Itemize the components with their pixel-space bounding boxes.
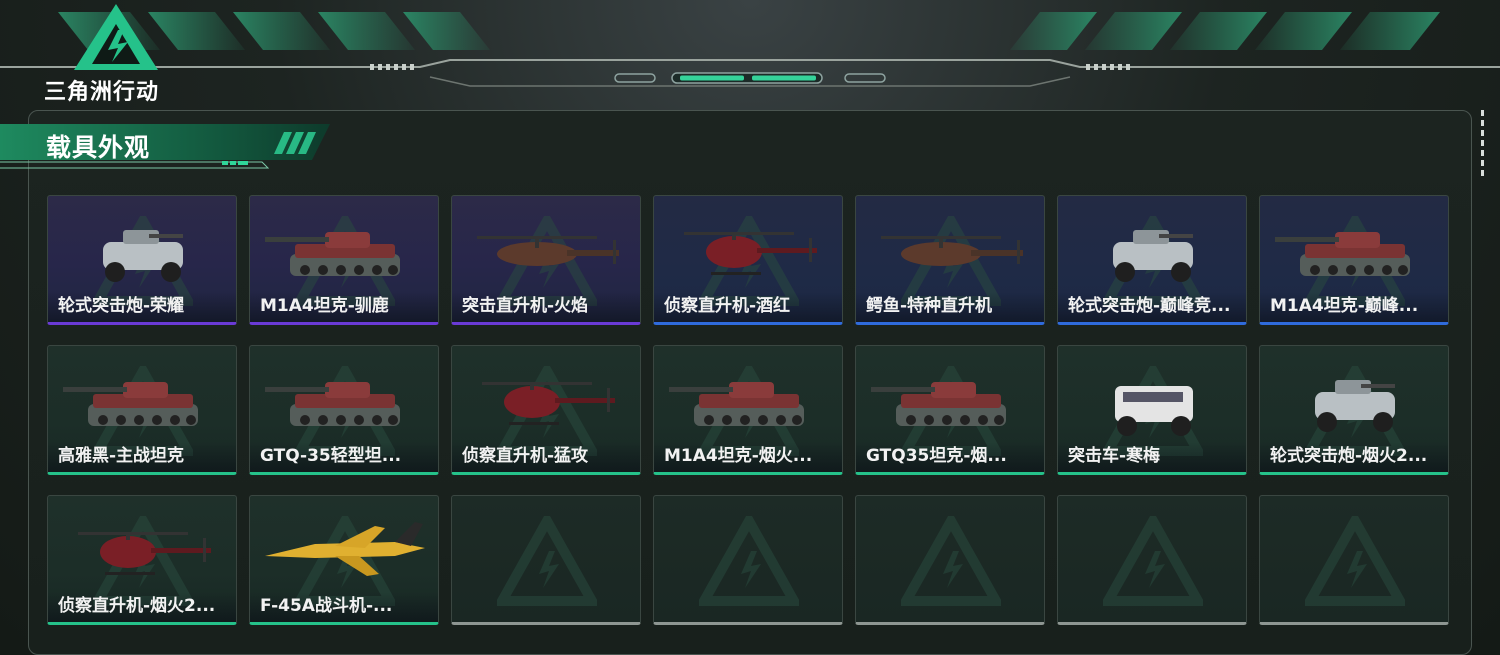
game-logo: 三角洲行动	[40, 2, 190, 105]
skin-card[interactable]: 突击直升机-火焰	[451, 195, 641, 325]
tank-icon	[265, 232, 400, 276]
skin-name: GTQ-35轻型坦...	[250, 442, 438, 472]
delta-watermark-icon	[1103, 516, 1203, 606]
tank-icon	[63, 382, 198, 426]
skin-card[interactable]: 侦察直升机-烟火2...	[47, 495, 237, 625]
fighter-jet-icon	[265, 522, 425, 576]
skin-card[interactable]: 轮式突击炮-巅峰竞...	[1057, 195, 1247, 325]
delta-triangle-icon	[74, 4, 158, 70]
skin-name: 侦察直升机-烟火2...	[48, 592, 236, 622]
empty-slot	[653, 495, 843, 625]
armored-car-icon	[103, 230, 183, 282]
skin-card[interactable]: 侦察直升机-酒红	[653, 195, 843, 325]
skin-card[interactable]: GTQ-35轻型坦...	[249, 345, 439, 475]
skin-name: 突击车-寒梅	[1058, 442, 1246, 472]
scout-helicopter-icon	[78, 532, 211, 575]
attack-helicopter-icon	[881, 236, 1023, 266]
scroll-indicator[interactable]	[1480, 110, 1486, 180]
skin-name: F-45A战斗机-...	[250, 592, 438, 622]
scout-helicopter-icon	[482, 382, 615, 425]
skin-card[interactable]: 轮式突击炮-荣耀	[47, 195, 237, 325]
skin-name: M1A4坦克-驯鹿	[250, 292, 438, 322]
empty-slot	[451, 495, 641, 625]
skin-name: 鳄鱼-特种直升机	[856, 292, 1044, 322]
armored-car-icon	[1113, 230, 1193, 282]
tank-icon	[265, 382, 400, 426]
skin-card[interactable]: 侦察直升机-猛攻	[451, 345, 641, 475]
delta-watermark-icon	[1305, 516, 1405, 606]
empty-slot	[855, 495, 1045, 625]
assault-vehicle-icon	[1115, 386, 1193, 436]
attack-helicopter-icon	[477, 236, 619, 266]
skin-name: 侦察直升机-酒红	[654, 292, 842, 322]
empty-slot	[1057, 495, 1247, 625]
skin-card[interactable]: 鳄鱼-特种直升机	[855, 195, 1045, 325]
top-banner	[0, 12, 1500, 87]
skin-name: M1A4坦克-巅峰...	[1260, 292, 1448, 322]
tank-icon	[871, 382, 1006, 426]
skin-name: 轮式突击炮-荣耀	[48, 292, 236, 322]
skin-card[interactable]: 突击车-寒梅	[1057, 345, 1247, 475]
delta-watermark-icon	[901, 516, 1001, 606]
skin-name: GTQ35坦克-烟...	[856, 442, 1044, 472]
skin-name: 高雅黑-主战坦克	[48, 442, 236, 472]
skin-card[interactable]: GTQ35坦克-烟...	[855, 345, 1045, 475]
tank-icon	[669, 382, 804, 426]
delta-watermark-icon	[497, 516, 597, 606]
skin-card[interactable]: M1A4坦克-巅峰...	[1259, 195, 1449, 325]
skin-card[interactable]: M1A4坦克-烟火...	[653, 345, 843, 475]
skin-card[interactable]: F-45A战斗机-...	[249, 495, 439, 625]
vehicle-skins-screen: 三角洲行动 载具外观 轮式突击炮-荣耀 M1A4坦克-驯鹿 突击直升机-火焰 侦…	[0, 0, 1500, 655]
skin-name: 轮式突击炮-烟火2...	[1260, 442, 1448, 472]
armored-car-icon	[1315, 380, 1395, 432]
scout-helicopter-icon	[684, 232, 817, 275]
skin-name: 侦察直升机-猛攻	[452, 442, 640, 472]
delta-watermark-icon	[699, 516, 799, 606]
empty-slot	[1259, 495, 1449, 625]
section-title: 载具外观	[46, 133, 151, 162]
skin-name: 轮式突击炮-巅峰竞...	[1058, 292, 1246, 322]
skin-grid: 轮式突击炮-荣耀 M1A4坦克-驯鹿 突击直升机-火焰 侦察直升机-酒红 鳄鱼-特种直升…	[47, 195, 1449, 625]
skin-name: M1A4坦克-烟火...	[654, 442, 842, 472]
skin-card[interactable]: M1A4坦克-驯鹿	[249, 195, 439, 325]
tank-icon	[1275, 232, 1410, 276]
skin-card[interactable]: 轮式突击炮-烟火2...	[1259, 345, 1449, 475]
skin-card[interactable]: 高雅黑-主战坦克	[47, 345, 237, 475]
logo-text: 三角洲行动	[44, 80, 160, 105]
skin-name: 突击直升机-火焰	[452, 292, 640, 322]
